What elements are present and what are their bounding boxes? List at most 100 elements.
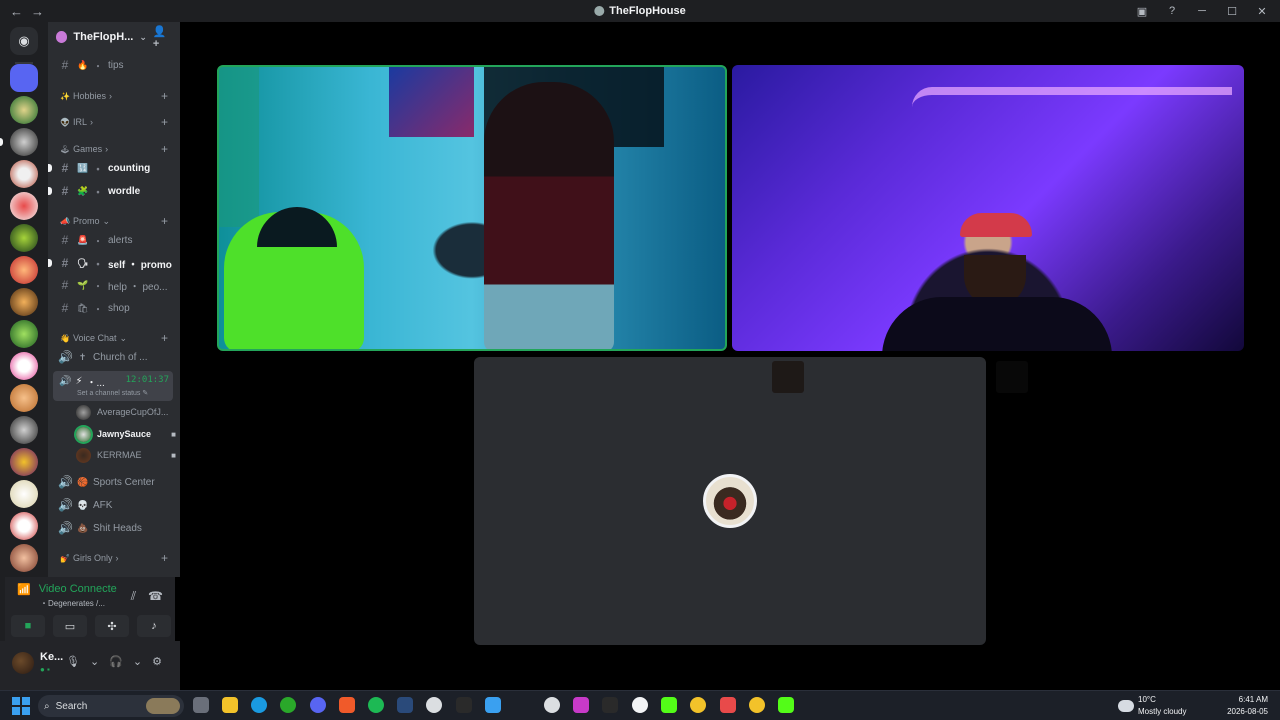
create-channel-icon[interactable]: + [161, 142, 168, 156]
server-icon[interactable] [10, 448, 38, 476]
server-header[interactable]: TheFlopH... ⌄ 👤+ [48, 22, 180, 52]
obs-icon[interactable] [426, 697, 442, 713]
category-irl[interactable]: 👽 IRL › + [48, 114, 180, 130]
invite-people-icon[interactable]: 👤+ [153, 25, 172, 50]
noise-suppression-icon[interactable]: ⫽ [131, 589, 136, 604]
server-folder-icon[interactable] [10, 64, 38, 92]
voice-member[interactable]: KERRMAE ■ [76, 446, 176, 464]
create-channel-icon[interactable]: + [161, 331, 168, 345]
channel-help[interactable]: # 🌱 ・ help ・ peo... [48, 275, 180, 295]
camera-button[interactable]: ■ [11, 615, 45, 637]
server-icon[interactable] [10, 96, 38, 124]
create-channel-icon[interactable]: + [161, 214, 168, 228]
voice-channel-active[interactable]: 🔊 ⚡ ・... 12:01:37 Set a channel status ✎ [53, 371, 173, 401]
username[interactable]: Ke... [40, 651, 63, 663]
server-icon[interactable] [10, 512, 38, 540]
xbox-icon[interactable] [280, 697, 296, 713]
category-games[interactable]: 🕹 Games › + [48, 141, 180, 157]
minimize-icon[interactable]: ─ [1194, 5, 1210, 17]
disconnect-icon[interactable]: ☎ [148, 589, 163, 604]
voice-member[interactable]: AverageCupOfJ... [76, 403, 176, 421]
soundboard-button[interactable]: ♪ [137, 615, 171, 637]
server-icon[interactable] [10, 384, 38, 412]
channel-tips[interactable]: # 🔥 ・ tips [48, 55, 180, 75]
category-promo[interactable]: 📣 Promo ⌄ + [48, 213, 180, 229]
server-icon[interactable] [10, 352, 38, 380]
create-channel-icon[interactable]: + [161, 115, 168, 129]
hidden-participant-thumbnail[interactable] [996, 361, 1028, 393]
video-tile-no-camera[interactable] [474, 357, 986, 645]
clock[interactable]: 6:41 AM 2026-08-05 [1227, 694, 1268, 718]
create-channel-icon[interactable]: + [161, 89, 168, 103]
channel-counting[interactable]: # 🔢 ・ counting [48, 158, 180, 178]
server-icon[interactable] [10, 480, 38, 508]
video-editor-icon[interactable] [573, 697, 589, 713]
server-icon[interactable] [10, 224, 38, 252]
gear-icon[interactable]: ⚙ [152, 655, 162, 668]
forward-arrow-icon[interactable]: → [31, 4, 44, 19]
headphones-icon[interactable]: 🎧 [109, 655, 123, 668]
kick-icon[interactable] [661, 697, 677, 713]
chevron-down-icon[interactable]: ⌄ [90, 655, 99, 668]
voice-channel-church[interactable]: 🔊 ✝ Church of ... [48, 347, 180, 367]
steelseries-icon[interactable] [632, 697, 648, 713]
edge-icon[interactable] [251, 697, 267, 713]
chevron-down-icon[interactable]: ⌄ [133, 655, 142, 668]
file-explorer-icon[interactable] [222, 697, 238, 713]
category-hobbies[interactable]: ✨ Hobbies › + [48, 88, 180, 104]
video-tile-speaking[interactable] [217, 65, 727, 351]
server-icon[interactable] [10, 288, 38, 316]
spotify-icon[interactable] [368, 697, 384, 713]
inbox-icon[interactable]: ▣ [1134, 5, 1150, 18]
server-icon[interactable] [10, 192, 38, 220]
back-arrow-icon[interactable]: ← [10, 4, 23, 19]
kick-icon[interactable] [778, 697, 794, 713]
fire-icon: 🔥 [77, 59, 89, 70]
channel-status[interactable]: Set a channel status ✎ [77, 389, 148, 397]
taskbar-search[interactable]: ⌕ Search [38, 695, 184, 717]
server-icon[interactable] [10, 416, 38, 444]
discord-home-icon[interactable]: ◉ [10, 27, 38, 55]
channel-self-promo[interactable]: # 🗣 ・ self ・ promo [48, 253, 180, 273]
server-icon[interactable] [10, 160, 38, 188]
voice-status[interactable]: 📶 Video Connecte [17, 583, 117, 596]
server-icon[interactable] [10, 256, 38, 284]
terminal-icon[interactable] [602, 697, 618, 713]
chrome-icon[interactable] [749, 697, 765, 713]
server-icon-theflophouse[interactable] [10, 128, 38, 156]
weather-widget[interactable]: 10°C Mostly cloudy [1118, 694, 1186, 718]
chrome-icon[interactable] [690, 697, 706, 713]
server-icon[interactable] [10, 544, 38, 572]
windows-start-icon[interactable] [12, 697, 30, 715]
category-voice-chat[interactable]: 👋 Voice Chat ⌄ + [48, 330, 180, 346]
brave-icon[interactable] [339, 697, 355, 713]
discord-taskbar-icon[interactable] [310, 697, 326, 713]
voice-channel-sports[interactable]: 🔊 🏀 Sports Center [48, 472, 180, 492]
hidden-participant-thumbnail[interactable] [772, 361, 804, 393]
channel-wordle[interactable]: # 🧩 ・ wordle [48, 181, 180, 201]
github-icon[interactable] [544, 697, 560, 713]
channel-shop[interactable]: # 🛍 ・ shop [48, 298, 180, 318]
screen-share-button[interactable]: ▭ [53, 615, 87, 637]
task-view-icon[interactable] [193, 697, 209, 713]
help-icon[interactable]: ? [1164, 5, 1180, 17]
steam-icon[interactable] [397, 697, 413, 713]
video-tile[interactable] [732, 65, 1244, 351]
voice-member[interactable]: JawnySauce ■ [76, 425, 176, 443]
app-icon[interactable] [720, 697, 736, 713]
voice-channel-path[interactable]: ・Degenerates /... [40, 598, 105, 609]
activities-button[interactable]: ✣ [95, 615, 129, 637]
voice-channel-shitheads[interactable]: 🔊 💩 Shit Heads [48, 518, 180, 538]
notepad-icon[interactable] [485, 697, 501, 713]
avatar[interactable] [12, 652, 34, 674]
category-girls-only[interactable]: 💅 Girls Only › + [48, 550, 180, 566]
epic-games-icon[interactable] [456, 697, 472, 713]
create-channel-icon[interactable]: + [161, 551, 168, 565]
server-icon[interactable] [10, 320, 38, 348]
voice-channel-afk[interactable]: 🔊 💀 AFK [48, 495, 180, 515]
maximize-icon[interactable]: ☐ [1224, 5, 1240, 18]
channel-alerts[interactable]: # 🚨 ・ alerts [48, 230, 180, 250]
close-icon[interactable]: ✕ [1254, 5, 1270, 18]
microphone-icon[interactable]: 🎙 [66, 655, 80, 668]
chevron-down-icon: ⌄ [119, 332, 128, 343]
